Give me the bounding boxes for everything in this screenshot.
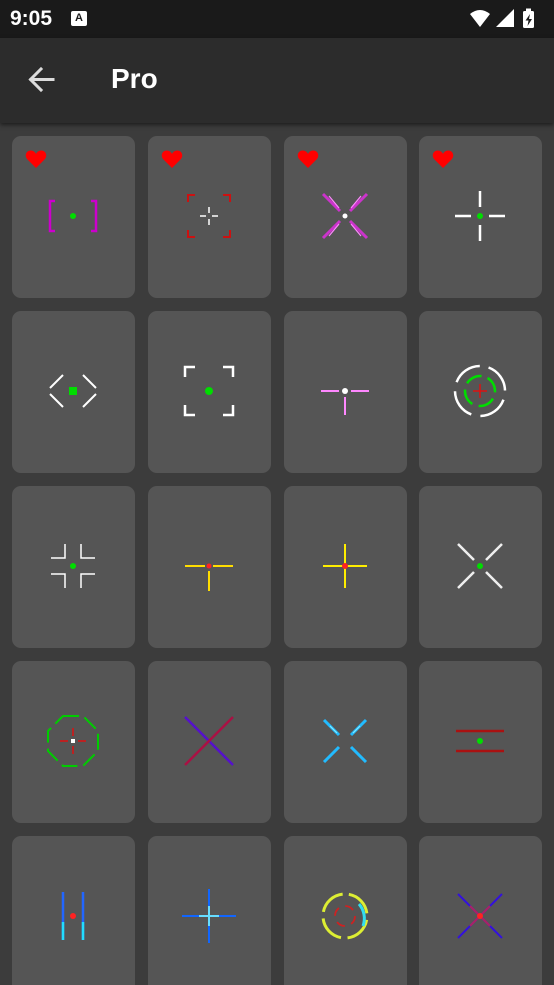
crosshair-icon — [182, 889, 236, 943]
crosshair-icon — [61, 892, 85, 940]
crosshair-icon — [453, 364, 507, 418]
crosshair-card[interactable] — [12, 836, 135, 985]
wifi-icon — [470, 10, 490, 27]
status-time: 9:05 — [10, 7, 53, 30]
crosshair-card[interactable] — [148, 661, 271, 823]
crosshair-icon — [457, 543, 503, 589]
back-button[interactable] — [20, 58, 64, 102]
crosshair-icon — [321, 892, 369, 940]
crosshair-icon — [457, 893, 503, 939]
heart-icon — [297, 150, 319, 168]
crosshair-icon — [49, 374, 97, 408]
crosshair-icon — [455, 191, 505, 241]
crosshair-icon — [321, 388, 369, 415]
crosshair-card[interactable] — [419, 136, 542, 298]
crosshair-icon — [184, 716, 234, 766]
crosshair-card[interactable] — [419, 836, 542, 985]
crosshair-card[interactable] — [12, 486, 135, 648]
crosshair-card[interactable] — [148, 486, 271, 648]
crosshair-icon — [183, 365, 235, 417]
crosshair-card[interactable] — [284, 311, 407, 473]
arrow-left-icon — [28, 66, 55, 93]
crosshair-card[interactable] — [419, 486, 542, 648]
app-bar: Pro — [0, 38, 554, 123]
battery-charging-icon — [523, 8, 534, 28]
cell-signal-icon — [496, 9, 514, 27]
heart-icon — [25, 150, 47, 168]
notification-icon: A — [71, 11, 87, 26]
page-title: Pro — [111, 63, 158, 94]
crosshair-icon — [187, 194, 231, 238]
crosshair-card[interactable] — [12, 311, 135, 473]
crosshair-icon — [185, 563, 233, 591]
crosshair-card[interactable] — [148, 311, 271, 473]
crosshair-card[interactable] — [284, 486, 407, 648]
crosshair-card[interactable] — [12, 136, 135, 298]
heart-icon — [432, 150, 454, 168]
crosshair-icon — [47, 715, 99, 767]
status-bar: 9:05 A — [0, 0, 554, 38]
crosshair-icon — [322, 718, 368, 764]
crosshair-card[interactable] — [148, 836, 271, 985]
heart-icon — [161, 150, 183, 168]
crosshair-card[interactable] — [284, 136, 407, 298]
crosshair-icon — [321, 192, 369, 240]
crosshair-icon — [51, 544, 95, 588]
status-icons — [470, 8, 534, 28]
crosshair-card[interactable] — [148, 136, 271, 298]
crosshair-grid — [12, 136, 542, 985]
crosshair-card[interactable] — [284, 836, 407, 985]
crosshair-icon — [48, 199, 98, 233]
crosshair-icon — [323, 544, 367, 588]
crosshair-icon — [456, 729, 504, 753]
crosshair-card[interactable] — [419, 311, 542, 473]
crosshair-card[interactable] — [12, 661, 135, 823]
crosshair-card[interactable] — [419, 661, 542, 823]
crosshair-card[interactable] — [284, 661, 407, 823]
